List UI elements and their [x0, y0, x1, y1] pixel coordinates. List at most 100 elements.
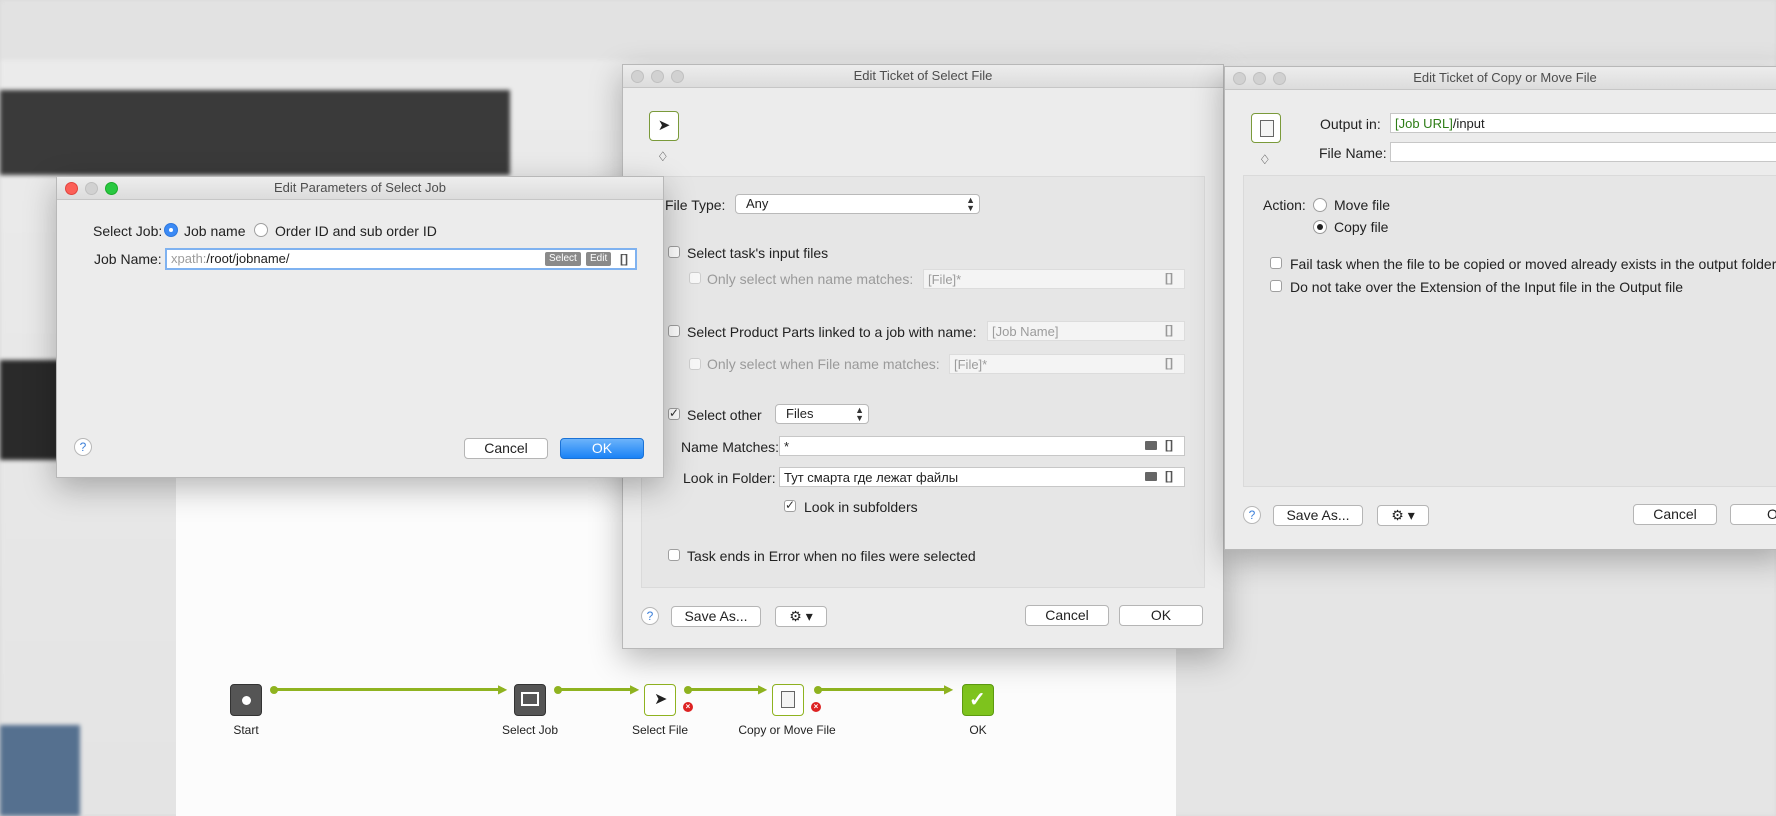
job-name-option-label: Job name — [184, 223, 246, 239]
action-label: Action: — [1263, 197, 1306, 213]
select-other-select[interactable]: Files ▲ ▼ — [775, 404, 869, 424]
select-job-icon — [521, 692, 539, 706]
select-job-label: Select Job — [501, 723, 559, 737]
edit-tag-button[interactable]: Edit — [586, 252, 612, 266]
zoom-button[interactable] — [671, 70, 684, 83]
settings-panel — [641, 176, 1205, 588]
ok-button[interactable]: OK — [560, 438, 644, 459]
gear-menu-button[interactable]: ⚙ ▾ — [1377, 505, 1429, 526]
brackets-button[interactable]: [] — [1165, 323, 1173, 337]
only-file-name-field[interactable]: [File]* — [949, 354, 1185, 374]
output-in-label: Output in: — [1320, 116, 1381, 132]
copy-move-tool-icon[interactable] — [1251, 113, 1281, 143]
select-other-checkbox[interactable] — [668, 406, 680, 420]
save-as-button[interactable]: Save As... — [1273, 505, 1363, 526]
cursor-icon: ➤ — [657, 117, 671, 134]
help-button[interactable]: ? — [641, 607, 659, 625]
name-matches-label: Name Matches: — [681, 439, 780, 455]
select-file-tool-icon[interactable]: ➤ — [649, 111, 679, 141]
ok-label: OK — [969, 723, 987, 737]
save-as-button[interactable]: Save As... — [671, 606, 761, 627]
start-label: Start — [233, 723, 259, 737]
move-file-label: Move file — [1334, 197, 1391, 213]
zoom-button[interactable] — [1273, 72, 1286, 85]
only-file-name-label: Only select when File name matches: — [707, 356, 940, 372]
move-file-radio[interactable] — [1313, 198, 1327, 212]
only-name-matches-checkbox[interactable] — [689, 272, 701, 284]
select-job-node[interactable] — [514, 684, 546, 716]
brackets-button[interactable]: [] — [1165, 356, 1173, 370]
only-name-matches-field[interactable]: [File]* — [923, 269, 1185, 289]
file-name-field[interactable] — [1390, 142, 1776, 162]
start-icon — [242, 696, 251, 705]
cancel-button[interactable]: Cancel — [464, 438, 548, 459]
product-parts-field[interactable]: [Job Name] — [987, 321, 1185, 341]
select-file-dialog: Edit Ticket of Select File ➤ ♢ File Type… — [622, 64, 1224, 649]
task-ends-label: Task ends in Error when no files were se… — [687, 548, 976, 564]
task-ends-checkbox[interactable] — [668, 549, 680, 561]
dialog-titlebar: Edit Ticket of Copy or Move File — [1225, 67, 1776, 90]
ok-node[interactable]: ✓ — [962, 684, 994, 716]
help-button[interactable]: ? — [74, 438, 92, 456]
file-type-select[interactable]: Any ▲ ▼ — [735, 194, 980, 214]
copy-file-icon — [781, 691, 795, 708]
output-in-field[interactable]: [Job URL]/input — [1390, 113, 1776, 133]
file-type-label: File Type: — [665, 197, 726, 213]
brackets-button[interactable]: [] — [1165, 438, 1173, 452]
dialog-titlebar: Edit Ticket of Select File — [623, 65, 1223, 88]
zoom-button[interactable] — [105, 182, 118, 195]
help-button[interactable]: ? — [1243, 506, 1261, 524]
flow-connector — [816, 688, 950, 691]
folder-icon[interactable] — [1145, 441, 1157, 450]
job-name-label: Job Name: — [94, 251, 162, 267]
product-parts-checkbox[interactable] — [668, 325, 680, 337]
start-node[interactable] — [230, 684, 262, 716]
look-in-subfolders-checkbox[interactable] — [784, 498, 796, 512]
select-other-label: Select other — [687, 407, 762, 423]
select-tag-button[interactable]: Select — [545, 252, 581, 266]
fail-task-checkbox[interactable] — [1270, 257, 1282, 269]
cancel-button[interactable]: Cancel — [1025, 605, 1109, 626]
look-in-folder-field[interactable]: Тут смарта где лежат файлы — [779, 467, 1185, 487]
close-button[interactable] — [65, 182, 78, 195]
gear-menu-button[interactable]: ⚙ ▾ — [775, 606, 827, 627]
extension-checkbox[interactable] — [1270, 280, 1282, 292]
arrow-right-icon: ▶ — [498, 682, 508, 696]
cancel-button[interactable]: Cancel — [1633, 504, 1717, 525]
flow-connector-dot — [270, 686, 278, 694]
brackets-button[interactable]: [] — [1165, 271, 1173, 285]
tasks-input-checkbox[interactable] — [668, 246, 680, 258]
order-id-radio[interactable] — [254, 223, 268, 237]
look-in-subfolders-label: Look in subfolders — [804, 499, 918, 515]
minimize-button[interactable] — [1253, 72, 1266, 85]
close-button[interactable] — [631, 70, 644, 83]
ok-button[interactable]: OK — [1119, 605, 1203, 626]
arrow-right-icon: ▶ — [630, 682, 640, 696]
folder-icon[interactable] — [1145, 472, 1157, 481]
select-job-dialog: Edit Parameters of Select Job Select Job… — [56, 176, 664, 478]
minimize-button[interactable] — [85, 182, 98, 195]
flow-connector-dot — [684, 686, 692, 694]
job-name-radio[interactable] — [164, 223, 178, 237]
bell-icon[interactable]: ♢ — [657, 149, 669, 165]
fail-task-label: Fail task when the file to be copied or … — [1290, 256, 1776, 272]
copy-file-radio[interactable] — [1313, 220, 1327, 234]
select-job-label: Select Job: — [93, 223, 163, 239]
copy-move-dialog: Edit Ticket of Copy or Move File ♢ Outpu… — [1224, 66, 1776, 550]
only-file-name-checkbox[interactable] — [689, 358, 701, 370]
flow-connector — [686, 688, 764, 691]
brackets-button[interactable]: [] — [1165, 469, 1173, 483]
minimize-button[interactable] — [651, 70, 664, 83]
copy-move-node[interactable] — [772, 684, 804, 716]
order-id-option-label: Order ID and sub order ID — [275, 223, 437, 239]
brackets-button[interactable]: [] — [620, 252, 628, 266]
arrow-right-icon: ▶ — [944, 682, 954, 696]
select-file-node[interactable]: ➤ — [644, 684, 676, 716]
ok-button[interactable]: O — [1730, 504, 1776, 525]
file-name-label: File Name: — [1319, 145, 1387, 161]
close-button[interactable] — [1233, 72, 1246, 85]
dialog-title: Edit Ticket of Select File — [853, 68, 993, 83]
name-matches-field[interactable]: * — [779, 436, 1185, 456]
bell-icon[interactable]: ♢ — [1259, 152, 1271, 168]
error-badge-icon: × — [811, 702, 821, 712]
